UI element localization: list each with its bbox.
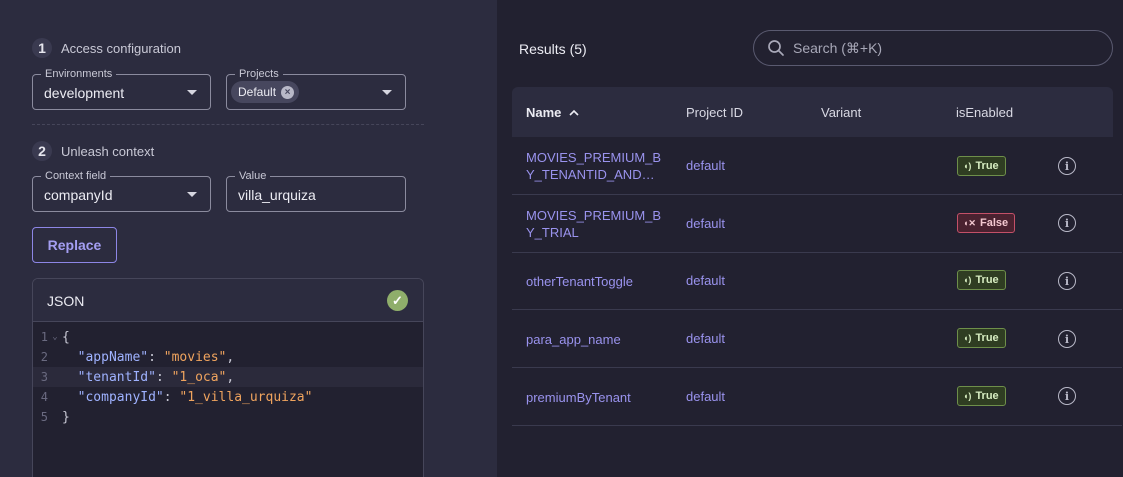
table-row: otherTenantToggle default ◖) True i — [512, 253, 1122, 310]
context-field-select[interactable]: Context field companyId — [32, 170, 211, 212]
column-header-variant[interactable]: Variant — [821, 105, 861, 120]
line-number: 5 — [40, 410, 48, 424]
environments-label: Environments — [41, 68, 117, 80]
column-header-is-enabled[interactable]: isEnabled — [956, 105, 1013, 120]
step-access-configuration: 1 Access configuration — [32, 38, 181, 58]
chevron-down-icon — [187, 90, 197, 95]
search-box[interactable] — [753, 30, 1113, 66]
check-icon: ✓ — [387, 290, 408, 311]
results-panel: Results (5) Name Project ID Variant isEn… — [497, 0, 1123, 477]
line-number: 4 — [40, 390, 48, 404]
flag-name-link[interactable]: MOVIES_PREMIUM_B Y_TRIAL — [526, 207, 664, 241]
replace-button[interactable]: Replace — [32, 227, 117, 263]
chevron-down-icon — [187, 192, 197, 197]
flag-name-link[interactable]: MOVIES_PREMIUM_B Y_TENANTID_AND… — [526, 149, 664, 183]
step-label: Access configuration — [61, 40, 181, 56]
json-editor[interactable]: JSON ✓ 1 ⌄ { 2 "appName": "movies", 3 "t… — [32, 278, 424, 477]
search-icon — [768, 40, 784, 56]
table-row: MOVIES_PREMIUM_B Y_TENANTID_AND… default… — [512, 137, 1122, 195]
results-title: Results (5) — [519, 41, 587, 57]
info-icon[interactable]: i — [1058, 214, 1076, 232]
projects-label: Projects — [235, 68, 283, 80]
enabled-badge: ◖) True — [957, 386, 1006, 406]
step-unleash-context: 2 Unleash context — [32, 141, 154, 161]
project-id-link[interactable]: default — [686, 331, 725, 346]
code-line: 2 "appName": "movies", — [33, 347, 423, 367]
project-id-link[interactable]: default — [686, 389, 725, 404]
volume-on-icon: ◖) — [963, 275, 972, 285]
flag-name-link[interactable]: para_app_name — [526, 331, 664, 348]
table-header: Name Project ID Variant isEnabled — [512, 87, 1113, 137]
info-icon[interactable]: i — [1058, 272, 1076, 290]
code-text: "companyId": "1_villa_urquiza" — [77, 389, 313, 405]
project-chip: Default × — [231, 81, 300, 103]
enabled-badge: ◖) True — [957, 156, 1006, 176]
context-field-label: Context field — [41, 170, 111, 182]
code-text: } — [62, 409, 70, 425]
playground-config-panel: 1 Access configuration Environments deve… — [0, 0, 497, 477]
sort-asc-icon — [569, 109, 579, 116]
enabled-badge: ◖) True — [957, 328, 1006, 348]
volume-off-icon: ◖✕ — [963, 217, 976, 228]
flag-name-link[interactable]: otherTenantToggle — [526, 273, 664, 290]
table-row: para_app_name default ◖) True i — [512, 310, 1122, 368]
line-number: 2 — [40, 350, 48, 364]
value-text: villa_urquiza — [238, 187, 316, 203]
table-row: MOVIES_PREMIUM_B Y_TRIAL default ◖✕ False… — [512, 195, 1122, 253]
projects-select[interactable]: Projects Default × — [226, 68, 406, 110]
volume-on-icon: ◖) — [963, 161, 972, 171]
environments-select[interactable]: Environments development — [32, 68, 211, 110]
info-icon[interactable]: i — [1058, 157, 1076, 175]
column-header-project-id[interactable]: Project ID — [686, 105, 743, 120]
step-number: 2 — [32, 141, 52, 161]
step-number: 1 — [32, 38, 52, 58]
code-line: 5 } — [33, 407, 423, 427]
project-chip-label: Default — [238, 85, 277, 99]
value-label: Value — [235, 170, 271, 182]
enabled-badge: ◖) True — [957, 270, 1006, 290]
json-editor-header: JSON ✓ — [33, 279, 423, 322]
code-line: 4 "companyId": "1_villa_urquiza" — [33, 387, 423, 407]
table-row: premiumByTenant default ◖) True i — [512, 368, 1122, 426]
project-id-link[interactable]: default — [686, 273, 725, 288]
json-title: JSON — [47, 293, 85, 309]
column-header-name[interactable]: Name — [526, 105, 579, 120]
code-text: "appName": "movies", — [77, 349, 235, 365]
info-icon[interactable]: i — [1058, 330, 1076, 348]
project-id-link[interactable]: default — [686, 158, 725, 173]
volume-on-icon: ◖) — [963, 333, 972, 343]
code-line-active: 3 "tenantId": "1_oca", — [33, 367, 423, 387]
code-line: 1 ⌄ { — [33, 327, 423, 347]
environments-value: development — [44, 85, 125, 101]
search-input[interactable] — [793, 40, 1093, 56]
project-id-link[interactable]: default — [686, 216, 725, 231]
step-label: Unleash context — [61, 143, 155, 159]
code-text: { — [62, 329, 70, 345]
context-field-value: companyId — [44, 187, 113, 203]
fold-chevron-icon[interactable]: ⌄ — [48, 332, 62, 342]
code-text: "tenantId": "1_oca", — [77, 369, 235, 385]
chip-remove-icon[interactable]: × — [281, 85, 295, 99]
chevron-down-icon — [382, 90, 392, 95]
section-divider — [32, 124, 424, 125]
flag-name-link[interactable]: premiumByTenant — [526, 389, 664, 406]
context-value-input[interactable]: Value villa_urquiza — [226, 170, 406, 212]
line-number: 1 — [40, 330, 48, 344]
info-icon[interactable]: i — [1058, 387, 1076, 405]
disabled-badge: ◖✕ False — [957, 213, 1016, 233]
code-area[interactable]: 1 ⌄ { 2 "appName": "movies", 3 "tenantId… — [33, 327, 423, 427]
volume-on-icon: ◖) — [963, 391, 972, 401]
line-number: 3 — [40, 370, 48, 384]
